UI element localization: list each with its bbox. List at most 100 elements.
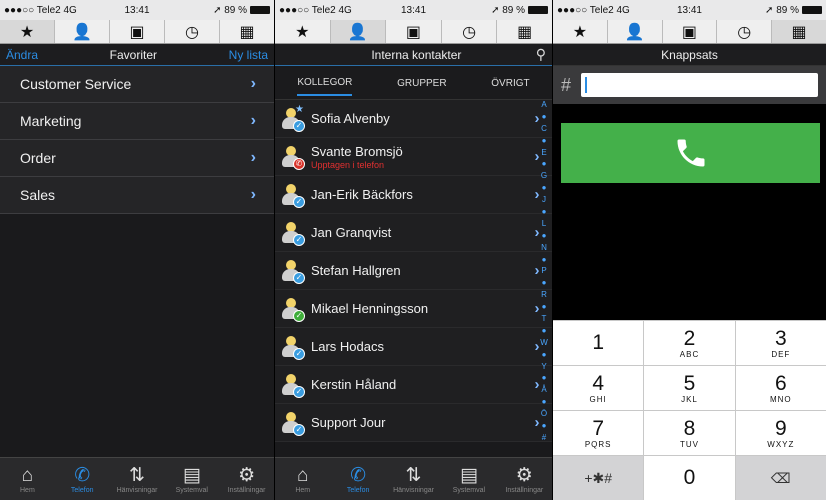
index-letter[interactable]: Å [541,385,546,394]
index-letter[interactable]: Y [541,362,546,371]
key-3[interactable]: 3 DEF [735,321,826,365]
key-5[interactable]: 5 JKL [644,366,736,410]
index-letter[interactable]: # [542,433,546,442]
dial-number-field[interactable] [581,73,818,97]
call-button[interactable] [561,123,820,183]
index-letter[interactable]: ● [542,326,547,335]
nav-system[interactable]: ▤ Systemval [441,458,496,500]
new-list-button[interactable]: Ny lista [229,48,268,62]
index-letter[interactable]: ● [542,350,547,359]
contact-row[interactable]: ✓ Jan-Erik Bäckfors › [275,176,552,214]
segment-groups[interactable]: GRUPPER [397,72,446,95]
edit-button[interactable]: Ändra [6,48,38,62]
key-0[interactable]: 0 [644,456,736,500]
list-item[interactable]: Sales › [0,177,274,214]
list-item[interactable]: Order › [0,140,274,177]
key-1[interactable]: 1 [553,321,645,365]
nav-label: Telefon [70,486,94,494]
index-letter[interactable]: ● [542,397,547,406]
tab-history[interactable]: ◷ [717,20,773,43]
key-8[interactable]: 8 TUV [644,411,736,455]
presence-badge-icon: ✓ [293,271,305,284]
tab-history[interactable]: ◷ [165,20,220,43]
index-letter[interactable]: G [541,171,547,180]
key-letters: WXYZ [767,439,795,449]
contact-row[interactable]: ✓ Stefan Hallgren › [275,252,552,290]
search-icon[interactable]: ⚲ [536,46,546,63]
key-digit: 0 [683,466,696,489]
nav-home[interactable]: ⌂ Hem [0,458,55,500]
index-letter[interactable]: R [541,290,547,299]
tab-contacts[interactable]: 👤 [55,20,110,43]
index-letter[interactable]: ● [542,373,547,382]
key-6[interactable]: 6 MNO [735,366,826,410]
tab-favorites[interactable]: ★ [275,20,331,43]
index-letter[interactable]: W [540,338,548,347]
key-symbols[interactable]: +✱# [553,456,645,500]
tab-directory[interactable]: ▣ [663,20,718,43]
contact-row[interactable]: ✓ Kerstin Håland › [275,366,552,404]
nav-settings[interactable]: ⚙ Inställningar [497,458,552,500]
redirect-icon: ⇅ [405,464,422,486]
list-item[interactable]: Customer Service › [0,66,274,103]
contact-row[interactable]: ✓ Support Jour › [275,404,552,442]
index-letter[interactable]: Ö [541,409,547,418]
list-item[interactable]: Marketing › [0,103,274,140]
key-4[interactable]: 4 GHI [553,366,645,410]
nav-phone[interactable]: ✆ Telefon [55,458,110,500]
key-digit: 6 [774,371,787,395]
index-letter[interactable]: ● [542,255,547,264]
index-letter[interactable]: ● [542,136,547,145]
tab-keypad[interactable]: ▦ [497,20,552,43]
tab-keypad[interactable]: ▦ [772,20,826,43]
index-letter[interactable]: ● [542,278,547,287]
tab-contacts[interactable]: 👤 [608,20,663,43]
tab-keypad[interactable]: ▦ [220,20,274,43]
tab-favorites[interactable]: ★ [553,20,608,43]
index-letter[interactable]: ● [542,159,547,168]
index-letter[interactable]: L [542,219,546,228]
tab-directory[interactable]: ▣ [386,20,442,43]
contact-status: Upptagen i telefon [311,159,385,170]
presence-badge-icon: ✓ [293,423,305,436]
alphabet-index[interactable]: A ● C ● E ● G ● J ● L ● N ● P ● R ● T ● W ● Y ● Å ● Ö ● # [538,100,550,442]
index-letter[interactable]: ● [542,421,547,430]
nav-phone[interactable]: ✆ Telefon [330,458,385,500]
key-2[interactable]: 2 ABC [644,321,736,365]
index-letter[interactable]: C [541,124,547,133]
segment-colleagues[interactable]: KOLLEGOR [297,71,353,96]
nav-redirects[interactable]: ⇅ Hänvisningar [386,458,441,500]
nav-settings[interactable]: ⚙ Inställningar [219,458,274,500]
segment-other[interactable]: ÖVRIGT [491,72,529,95]
index-letter[interactable]: N [541,243,547,252]
nav-redirects[interactable]: ⇅ Hänvisningar [110,458,165,500]
index-letter[interactable]: ● [542,207,547,216]
contact-row[interactable]: ✓ Lars Hodacs › [275,328,552,366]
index-letter[interactable]: A [541,100,546,109]
tab-contacts[interactable]: 👤 [330,20,387,43]
key-letters: ABC [679,349,700,359]
index-letter[interactable]: E [541,148,546,157]
contact-row[interactable]: ★ ✓ Sofia Alvenby › [275,100,552,138]
index-letter[interactable]: P [541,266,546,275]
index-letter[interactable]: ● [542,302,547,311]
index-letter[interactable]: T [542,314,547,323]
key-9[interactable]: 9 WXYZ [735,411,826,455]
index-letter[interactable]: ● [542,112,547,121]
key-letters: PQRS [584,439,612,449]
tab-history[interactable]: ◷ [442,20,498,43]
key-7[interactable]: 7 PQRS [553,411,645,455]
contact-name-block: Lars Hodacs [311,339,522,354]
nav-system[interactable]: ▤ Systemval [164,458,219,500]
contact-row[interactable]: ✓ Jan Granqvist › [275,214,552,252]
contact-row[interactable]: ✓ Mikael Henningsson › [275,290,552,328]
index-letter[interactable]: ● [542,183,547,192]
index-letter[interactable]: ● [542,231,547,240]
tab-favorites[interactable]: ★ [0,20,55,43]
nav-home[interactable]: ⌂ Hem [275,458,330,500]
segment-control: KOLLEGOR GRUPPER ÖVRIGT [275,68,552,100]
tab-directory[interactable]: ▣ [110,20,165,43]
index-letter[interactable]: J [542,195,546,204]
backspace-button[interactable]: ⌫ [735,456,826,500]
contact-row[interactable]: ✆ Svante Bromsjö Upptagen i telefon › [275,138,552,176]
